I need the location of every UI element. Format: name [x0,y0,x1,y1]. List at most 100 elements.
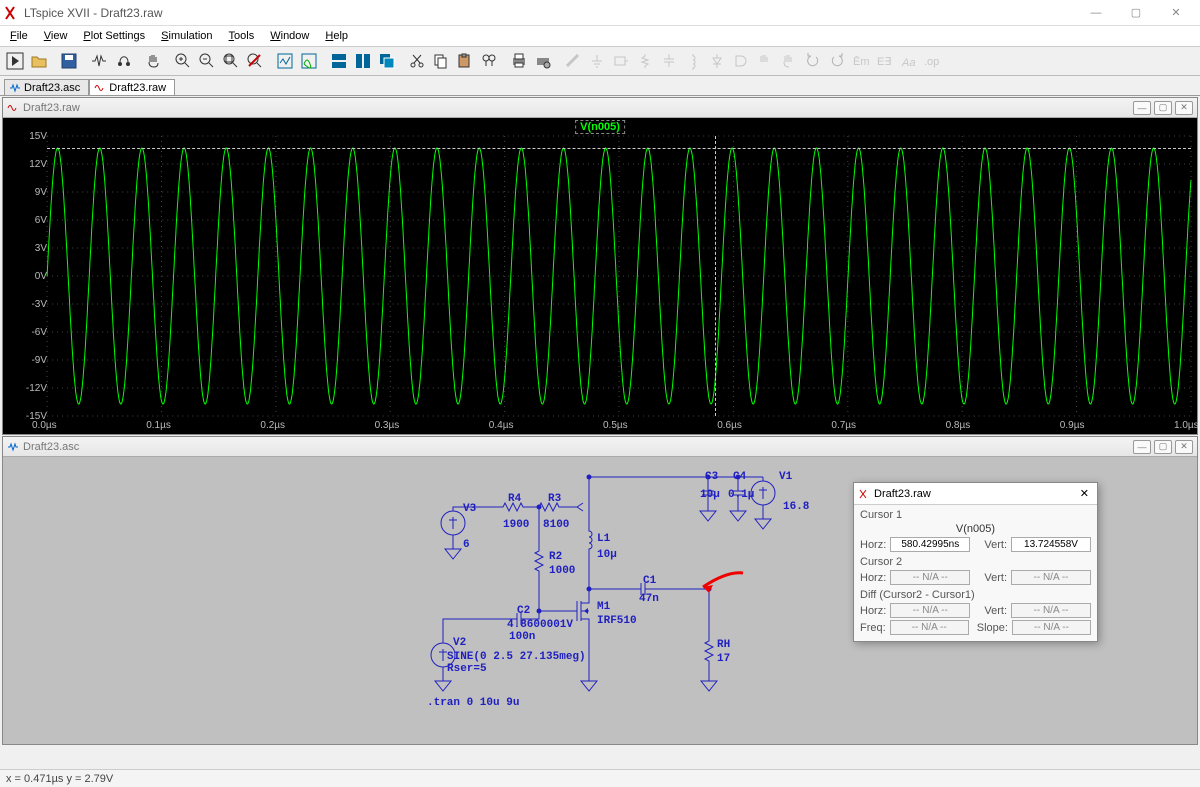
comp-d-icon[interactable] [730,50,752,72]
y-tick-label[interactable]: 0V [7,271,47,282]
menu-simulation[interactable]: Simulation [155,28,218,44]
value-c2-overlay[interactable]: 4.8600001V [507,619,573,631]
menu-window[interactable]: Window [264,28,315,44]
cursor2-vert-value[interactable]: -- N/A -- [1011,570,1091,585]
spice-directive[interactable]: .tran 0 10u 9u [427,697,519,709]
value-c4[interactable]: 0.1µ [728,489,754,501]
capacitor-icon[interactable] [658,50,680,72]
zoom-disable-button[interactable] [244,50,266,72]
value-v1[interactable]: 16.8 [783,501,809,513]
cursor1-horz-value[interactable]: 580.42995ns [890,537,970,552]
plot-cursor-line[interactable] [715,136,716,416]
move-icon[interactable] [754,50,776,72]
diode-icon[interactable] [706,50,728,72]
label-v2[interactable]: V2 [453,637,466,649]
label-c4[interactable]: C4 [733,471,746,483]
tile-v-button[interactable] [352,50,374,72]
cascade-button[interactable] [376,50,398,72]
menu-tools[interactable]: Tools [223,28,261,44]
value-r4[interactable]: 1900 [503,519,529,531]
zoom-out-button[interactable] [196,50,218,72]
add-trace-button[interactable] [298,50,320,72]
value-v2-spec[interactable]: SINE(0 2.5 27.135meg) [447,651,586,663]
menu-help[interactable]: Help [319,28,354,44]
waveform-plot[interactable]: V(n005) 15V12V9V6V3V0V-3V-6V-9V-12V-15V … [3,118,1197,434]
label-l1[interactable]: L1 [597,533,610,545]
cursor-panel-title-bar[interactable]: Draft23.raw ✕ [854,483,1097,505]
inductor-icon[interactable] [682,50,704,72]
mirror-icon[interactable]: E∃ [874,50,896,72]
schematic-sub-title-bar[interactable]: Draft23.asc — ▢ ✕ [3,437,1197,457]
tab-schematic[interactable]: Draft23.asc [4,79,89,95]
label-rh[interactable]: RH [717,639,730,651]
menu-view[interactable]: View [38,28,74,44]
y-tick-label[interactable]: 15V [7,131,47,142]
y-tick-label[interactable]: 6V [7,215,47,226]
autoscale-button[interactable] [274,50,296,72]
y-tick-label[interactable]: -9V [7,355,47,366]
x-tick-label[interactable]: 0.9µs [1060,420,1085,431]
value-v3[interactable]: 6 [463,539,470,551]
resistor-icon[interactable] [634,50,656,72]
copy-button[interactable] [430,50,452,72]
text-icon[interactable]: Aa [898,50,920,72]
label-c1[interactable]: C1 [643,575,656,587]
sub-maximize-button[interactable]: ▢ [1154,101,1172,115]
sub-minimize-button[interactable]: — [1133,440,1151,454]
spice-dir-icon[interactable]: .op [922,50,944,72]
ground-icon[interactable] [586,50,608,72]
label-v1[interactable]: V1 [779,471,792,483]
draw-wire-icon[interactable] [562,50,584,72]
label-net-icon[interactable] [610,50,632,72]
x-tick-label[interactable]: 0.0µs [32,420,57,431]
x-tick-label[interactable]: 0.2µs [260,420,285,431]
maximize-button[interactable]: ▢ [1116,1,1156,25]
print-setup-button[interactable] [532,50,554,72]
tile-h-button[interactable] [328,50,350,72]
x-tick-label[interactable]: 0.7µs [831,420,856,431]
cursor-panel-close-button[interactable]: ✕ [1076,487,1093,500]
menu-plot-settings[interactable]: Plot Settings [77,28,151,44]
undo-icon[interactable] [802,50,824,72]
value-r3[interactable]: 8100 [543,519,569,531]
value-l1[interactable]: 10µ [597,549,617,561]
cursor1-vert-value[interactable]: 13.724558V [1011,537,1091,552]
close-button[interactable]: ✕ [1156,1,1196,25]
label-v3[interactable]: V3 [463,503,476,515]
sub-close-button[interactable]: ✕ [1175,440,1193,454]
x-tick-label[interactable]: 0.4µs [489,420,514,431]
label-m1[interactable]: M1 [597,601,610,613]
print-button[interactable] [508,50,530,72]
y-tick-label[interactable]: -12V [7,383,47,394]
component-button[interactable] [88,50,110,72]
cursor-info-panel[interactable]: Draft23.raw ✕ Cursor 1 V(n005) Horz: 580… [853,482,1098,642]
y-tick-label[interactable]: -6V [7,327,47,338]
pan-button[interactable] [142,50,164,72]
y-tick-label[interactable]: -3V [7,299,47,310]
sub-close-button[interactable]: ✕ [1175,101,1193,115]
value-m1[interactable]: IRF510 [597,615,637,627]
value-rh[interactable]: 17 [717,653,730,665]
y-tick-label[interactable]: 9V [7,187,47,198]
plot-sub-title-bar[interactable]: Draft23.raw — ▢ ✕ [3,98,1197,118]
schematic-canvas[interactable]: V1 16.8 V3 6 R4 1900 R3 8100 R2 1000 L1 … [3,457,1197,744]
sub-minimize-button[interactable]: — [1133,101,1151,115]
paste-button[interactable] [454,50,476,72]
value-v2-rser[interactable]: Rser=5 [447,663,487,675]
minimize-button[interactable]: — [1076,1,1116,25]
x-tick-label[interactable]: 0.1µs [146,420,171,431]
x-tick-label[interactable]: 0.5µs [603,420,628,431]
rotate-icon[interactable]: Ēm [850,50,872,72]
label-r2[interactable]: R2 [549,551,562,563]
label-c3[interactable]: C3 [705,471,718,483]
y-tick-label[interactable]: 12V [7,159,47,170]
sub-maximize-button[interactable]: ▢ [1154,440,1172,454]
x-tick-label[interactable]: 0.8µs [946,420,971,431]
zoom-fit-button[interactable] [220,50,242,72]
zoom-in-button[interactable] [172,50,194,72]
drag-icon[interactable] [778,50,800,72]
cut-button[interactable] [406,50,428,72]
label-r3[interactable]: R3 [548,493,561,505]
find-button[interactable] [478,50,500,72]
open-button[interactable] [28,50,50,72]
